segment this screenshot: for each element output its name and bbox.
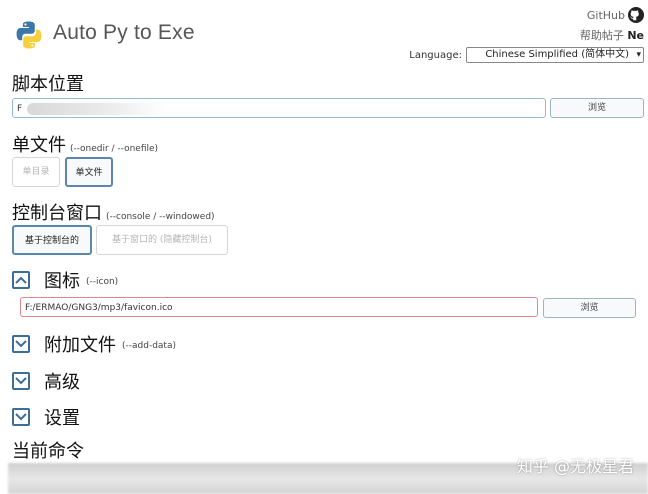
script-path-input[interactable]: F xyxy=(12,98,546,118)
onefile-heading: 单文件 (--onedir / --onefile) xyxy=(12,131,158,157)
language-select-value: Chinese Simplified (简体中文) xyxy=(485,49,629,60)
chevron-down-icon[interactable] xyxy=(12,408,30,426)
icon-browse-button[interactable]: 浏览 xyxy=(543,298,636,318)
help-post-link[interactable]: 帮助帖子 xyxy=(580,29,624,42)
icon-section-header[interactable]: 图标 (--icon) xyxy=(12,267,118,293)
language-select[interactable]: Chinese Simplified (简体中文) ▾ xyxy=(466,47,644,63)
python-logo-icon xyxy=(16,21,42,49)
additional-files-title: 附加文件 xyxy=(44,335,116,356)
onefile-title: 单文件 xyxy=(12,135,66,156)
console-heading: 控制台窗口 (--console / --windowed) xyxy=(12,199,215,225)
settings-header[interactable]: 设置 xyxy=(12,404,80,430)
additional-files-header[interactable]: 附加文件 (--add-data) xyxy=(12,331,176,357)
onedir-option-button[interactable]: 单目录 xyxy=(12,157,60,187)
header-links: GitHub 帮助帖子 Ne Language: Chinese Simplif… xyxy=(409,7,644,63)
redacted-path-blur xyxy=(27,103,167,115)
icon-section-title: 图标 xyxy=(44,271,80,292)
script-browse-button[interactable]: 浏览 xyxy=(550,98,644,118)
chevron-down-icon[interactable] xyxy=(12,335,30,353)
console-subtitle: (--console / --windowed) xyxy=(106,212,215,222)
console-based-button[interactable]: 基于控制台的 xyxy=(12,225,92,255)
onefile-subtitle: (--onedir / --onefile) xyxy=(70,144,159,154)
help-post-suffix: Ne xyxy=(627,29,644,42)
advanced-header[interactable]: 高级 xyxy=(12,368,80,394)
window-based-button[interactable]: 基于窗口的 (隐藏控制台) xyxy=(96,225,228,255)
additional-files-subtitle: (--add-data) xyxy=(122,341,176,351)
advanced-title: 高级 xyxy=(44,372,80,393)
current-command-heading: 当前命令 xyxy=(12,441,84,462)
language-label: Language: xyxy=(409,49,462,61)
settings-title: 设置 xyxy=(44,408,80,429)
icon-path-input[interactable]: F:/ERMAO/GNG3/mp3/favicon.ico xyxy=(20,297,538,317)
app-title: Auto Py to Exe xyxy=(53,21,195,44)
icon-path-value: F:/ERMAO/GNG3/mp3/favicon.ico xyxy=(25,303,173,313)
icon-section-subtitle: (--icon) xyxy=(86,277,119,287)
script-path-value: F xyxy=(17,104,23,114)
chevron-down-icon: ▾ xyxy=(636,50,641,60)
github-link[interactable]: GitHub xyxy=(587,9,625,22)
console-title: 控制台窗口 xyxy=(12,203,102,224)
github-icon[interactable] xyxy=(628,7,644,23)
onefile-option-button[interactable]: 单文件 xyxy=(65,157,113,187)
script-location-heading: 脚本位置 xyxy=(12,74,84,95)
chevron-up-icon[interactable] xyxy=(12,271,30,289)
watermark: 知乎 @无极星君 xyxy=(516,457,634,476)
chevron-down-icon[interactable] xyxy=(12,372,30,390)
